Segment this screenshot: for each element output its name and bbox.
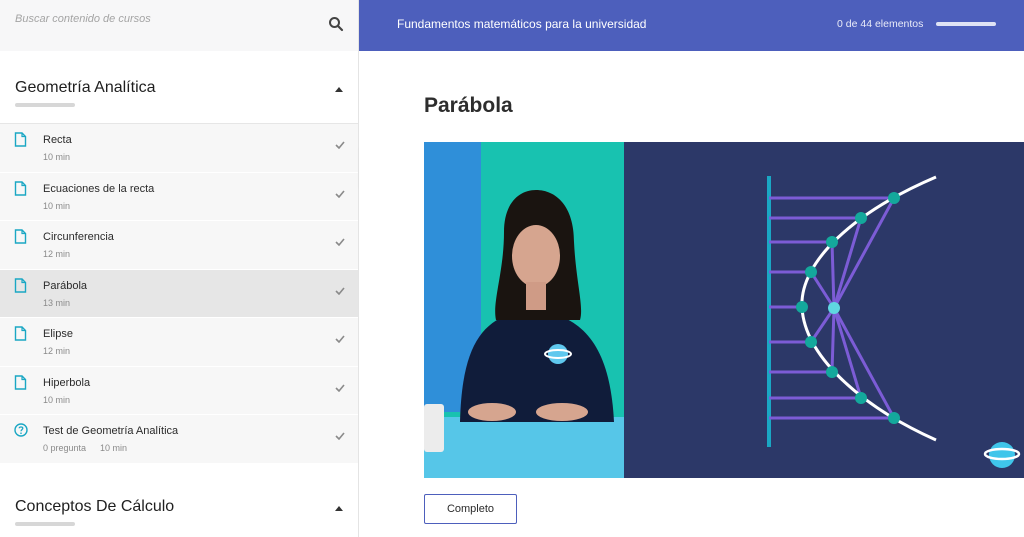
section-header[interactable]: Conceptos De Cálculo <box>0 470 358 537</box>
caret-up-icon[interactable] <box>335 87 343 92</box>
progress-text: 0 de 44 elementos <box>837 18 924 30</box>
caret-up-icon[interactable] <box>335 505 343 511</box>
check-icon <box>335 383 345 392</box>
section-progress <box>15 103 75 107</box>
lesson-item[interactable]: Hiperbola 10 min <box>0 366 358 415</box>
search-bar <box>0 0 358 51</box>
lesson-name: Recta <box>43 134 72 146</box>
document-icon <box>14 326 27 341</box>
document-icon <box>14 229 27 244</box>
lesson-item[interactable]: Elipse 12 min <box>0 318 358 367</box>
lesson-duration: 10 min <box>43 394 71 405</box>
lesson-name: Ecuaciones de la recta <box>43 182 155 195</box>
section-header[interactable]: Geometría Analítica <box>0 51 358 124</box>
lesson-item-active[interactable]: Parábola 13 min <box>0 269 358 318</box>
search-icon[interactable] <box>328 16 344 32</box>
section-progress <box>15 521 75 526</box>
lesson-duration: 10 min <box>43 200 71 211</box>
video-player[interactable] <box>424 142 1024 478</box>
check-icon <box>335 286 345 295</box>
document-icon <box>14 132 27 147</box>
search-input[interactable] <box>15 10 315 28</box>
presenter-image <box>424 190 614 452</box>
video-diagram-panel <box>624 142 1024 478</box>
lesson-name: Hiperbola <box>43 376 91 389</box>
lesson-item[interactable]: Recta 10 min <box>0 124 358 173</box>
course-title: Fundamentos matemáticos para la universi… <box>397 17 647 31</box>
check-icon <box>335 141 345 149</box>
lesson-duration: 12 min <box>43 249 71 259</box>
lesson-name: Elipse <box>43 328 73 340</box>
lesson-name: Circunferencia <box>43 231 114 243</box>
lesson-duration: 10 min <box>100 443 128 453</box>
section-title: Conceptos De Cálculo <box>15 497 175 515</box>
top-bar: Fundamentos matemáticos para la universi… <box>359 0 1024 51</box>
lesson-duration: 10 min <box>43 152 71 162</box>
lesson-duration: 13 min <box>43 297 71 308</box>
sidebar: Geometría Analítica Recta 10 min Ecuacio… <box>0 0 359 537</box>
section-title: Geometría Analítica <box>15 79 156 96</box>
planet-logo-icon <box>983 442 1021 468</box>
check-icon <box>335 335 345 343</box>
complete-button[interactable]: Completo <box>424 494 517 524</box>
lesson-name: Parábola <box>43 279 88 292</box>
lesson-item[interactable]: Ecuaciones de la recta 10 min <box>0 172 358 221</box>
lesson-item-test[interactable]: Test de Geometría Analítica 0 pregunta 1… <box>0 415 358 464</box>
lesson-duration: 12 min <box>43 346 71 356</box>
progress-bar <box>936 22 996 26</box>
check-icon <box>335 189 345 198</box>
question-icon <box>14 423 28 437</box>
document-icon <box>14 374 27 390</box>
lesson-questions: 0 pregunta <box>43 443 87 453</box>
document-icon <box>14 180 27 196</box>
lesson-item[interactable]: Circunferencia 12 min <box>0 221 358 270</box>
main-content: Parábola Completo <box>359 51 1024 537</box>
check-icon <box>335 238 345 246</box>
lesson-name: Test de Geometría Analítica <box>43 425 179 437</box>
parabola-diagram <box>767 175 1021 468</box>
document-icon <box>14 277 27 293</box>
check-icon <box>335 432 345 440</box>
lesson-title: Parábola <box>424 94 513 117</box>
video-presenter-panel <box>424 142 624 478</box>
